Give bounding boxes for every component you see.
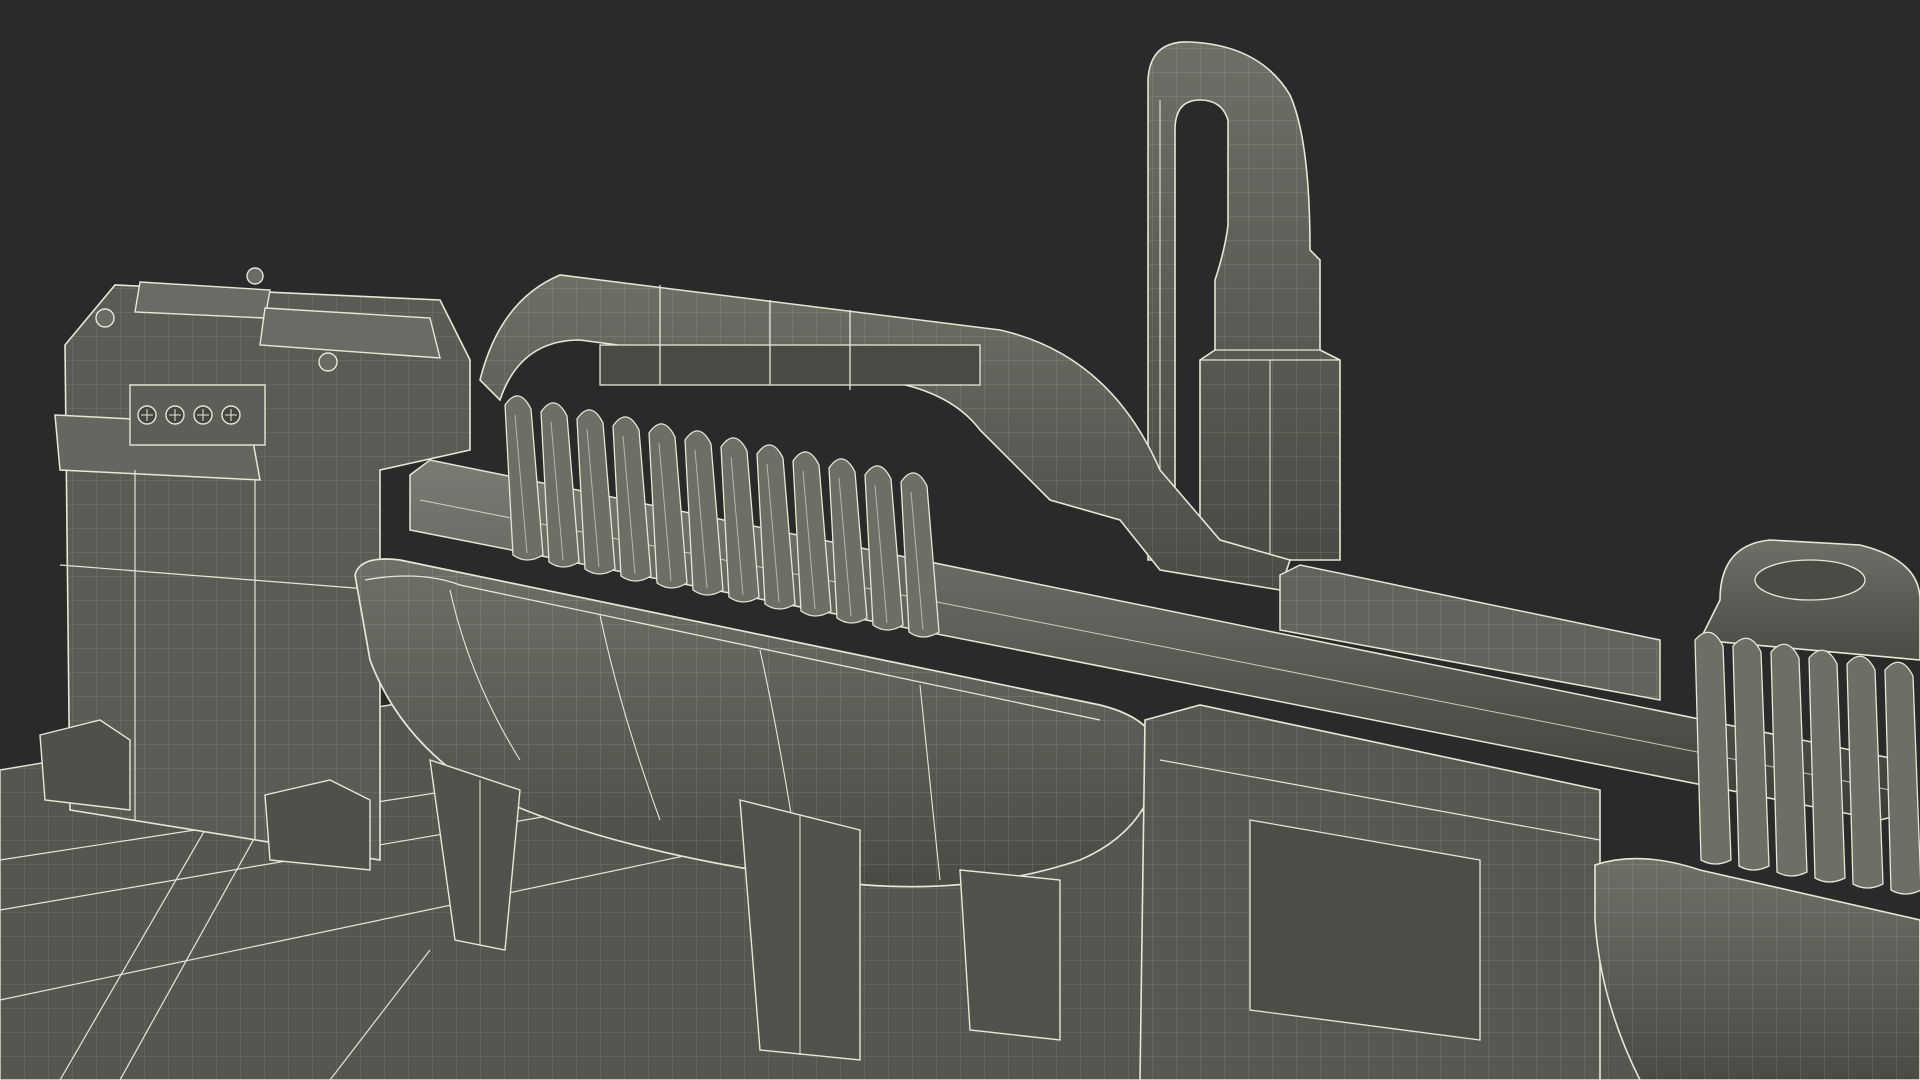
3d-viewport[interactable] bbox=[0, 0, 1920, 1080]
blade-disc bbox=[1770, 643, 1808, 877]
exhaust-stack bbox=[1147, 41, 1341, 561]
blade-disc bbox=[1808, 649, 1846, 883]
bearing-pedestal bbox=[1139, 704, 1601, 1080]
blade-disc bbox=[1846, 655, 1884, 889]
wireframe-scene bbox=[0, 41, 1920, 1080]
indicator-dot bbox=[137, 405, 157, 425]
indicator-dot bbox=[165, 405, 185, 425]
lifting-eye-top bbox=[246, 267, 264, 285]
lower-casing-right bbox=[1594, 857, 1920, 1080]
indicator-dot bbox=[221, 405, 241, 425]
blade-disc bbox=[1884, 661, 1920, 895]
blade-disc bbox=[1694, 631, 1732, 865]
lifting-eye-left bbox=[95, 308, 115, 328]
upper-casing-right bbox=[1698, 539, 1920, 661]
blade-disc bbox=[1732, 637, 1770, 871]
indicator-dot bbox=[193, 405, 213, 425]
lifting-eye-right bbox=[318, 352, 338, 372]
